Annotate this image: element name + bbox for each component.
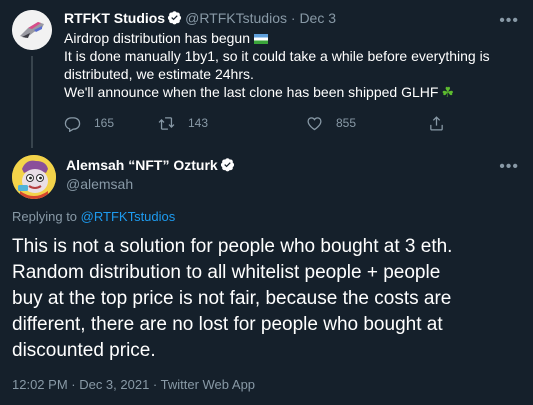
tweet1-line: We'll announce when the last clone has b… (64, 84, 454, 100)
avatar-sneaker-image (12, 10, 52, 50)
more-icon[interactable]: ••• (499, 159, 519, 175)
tweet1-actions: 165 143 855 (64, 113, 464, 133)
author-handle[interactable]: @RTFKTstudios (185, 10, 287, 26)
tweet-timestamp-source[interactable]: 12:02 PM · Dec 3, 2021 · Twitter Web App (12, 377, 255, 392)
tweet2-line: This is not a solution for people who bo… (12, 236, 453, 257)
tweet2-line: buy at the top price is not fair, becaus… (12, 288, 452, 309)
verified-badge-icon (220, 158, 234, 172)
retweet-count: 143 (188, 116, 209, 130)
retweet-icon (158, 116, 175, 130)
tweet1-header: RTFKT Studios @RTFKTstudios · Dec 3 (64, 10, 336, 26)
author-name[interactable]: Alemsah “NFT” Ozturk (66, 157, 218, 173)
like-icon (307, 116, 322, 130)
avatar-rtfkt[interactable] (12, 10, 52, 50)
flag-emoji-icon (254, 34, 269, 44)
thread-connector (31, 56, 33, 148)
tweet-rtfkt[interactable]: RTFKT Studios @RTFKTstudios · Dec 3 ••• A… (0, 0, 533, 148)
author-name[interactable]: RTFKT Studios (64, 10, 165, 26)
share-icon (430, 115, 443, 131)
tweet1-line: distributed, we estimate 24hrs. (64, 66, 254, 82)
reply-icon (64, 116, 81, 132)
reply-button[interactable]: 165 (64, 113, 114, 133)
avatar-alemsah[interactable] (12, 155, 56, 199)
tweet2-name-row: Alemsah “NFT” Ozturk (66, 157, 238, 173)
avatar-cartoon-image (12, 155, 56, 199)
reply-count: 165 (94, 116, 115, 130)
author-handle[interactable]: @alemsah (66, 176, 133, 192)
share-button[interactable] (428, 113, 458, 133)
replying-prefix: Replying to (12, 209, 78, 224)
tweet-alemsah: Alemsah “NFT” Ozturk @alemsah ••• Replyi… (0, 143, 533, 405)
more-icon[interactable]: ••• (499, 13, 519, 29)
tweet2-line: different, there are no lost for people … (12, 314, 443, 335)
four-leaf-clover-icon: ☘ (441, 84, 454, 100)
replying-handle-link[interactable]: @RTFKTstudios (81, 209, 176, 224)
tweet2-text: This is not a solution for people who bo… (12, 234, 527, 364)
like-count: 855 (336, 116, 357, 130)
tweet1-line: It is done manually 1by1, so it could ta… (64, 48, 490, 64)
verified-badge-icon (168, 11, 182, 25)
like-button[interactable]: 855 (306, 113, 356, 133)
replying-to: Replying to @RTFKTstudios (12, 209, 175, 224)
dot-separator: · (290, 10, 296, 26)
retweet-button[interactable]: 143 (158, 113, 208, 133)
tweet2-line: Random distribution to all whitelist peo… (12, 262, 441, 283)
tweet1-line: Airdrop distribution has begun (64, 29, 524, 47)
tweet-date[interactable]: Dec 3 (299, 10, 336, 26)
tweet1-text: Airdrop distribution has begun It is don… (64, 29, 524, 101)
tweet2-line: discounted price. (12, 340, 156, 361)
